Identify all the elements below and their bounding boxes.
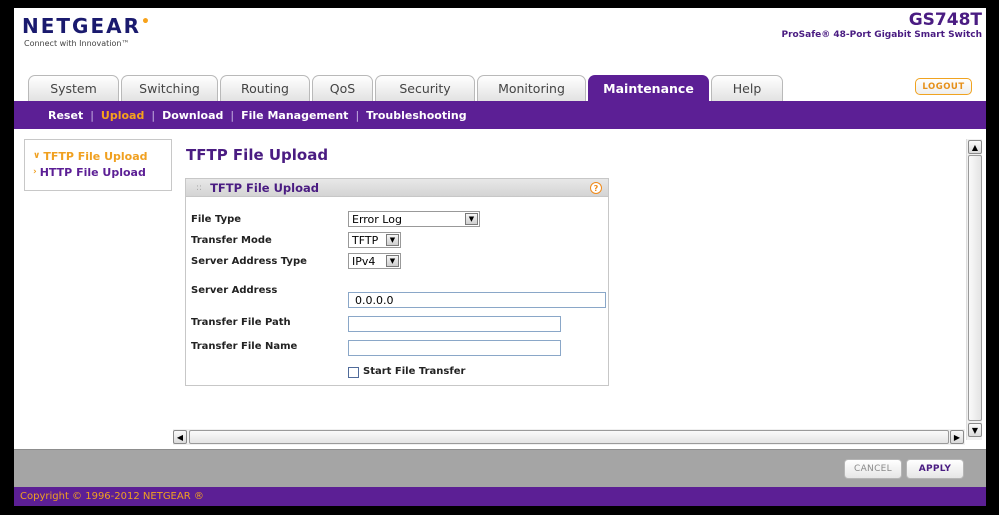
tab-security[interactable]: Security [375, 75, 475, 101]
left-navigation: ∨ TFTP File Upload › HTTP File Upload [24, 139, 172, 191]
scroll-down-icon[interactable]: ▼ [968, 423, 982, 437]
transfer-mode-label: Transfer Mode [191, 235, 272, 246]
tab-monitoring[interactable]: Monitoring [477, 75, 586, 101]
file-type-value: Error Log [352, 212, 402, 226]
model-name: GS748T [908, 10, 982, 30]
vertical-scrollbar[interactable]: ▲ ▼ [966, 139, 982, 440]
logout-button[interactable]: LOGOUT [915, 78, 972, 95]
cancel-button[interactable]: CANCEL [844, 459, 902, 479]
server-address-input[interactable]: 0.0.0.0 [348, 292, 606, 308]
transfer-file-name-input[interactable] [348, 340, 561, 356]
drag-handle-icon: :: [196, 182, 203, 193]
tab-help[interactable]: Help [711, 75, 783, 101]
copyright-footer: Copyright © 1996-2012 NETGEAR ® [14, 487, 986, 506]
transfer-file-path-label: Transfer File Path [191, 317, 291, 328]
start-file-transfer-checkbox[interactable] [348, 367, 359, 378]
sub-navigation: Reset | Upload | Download | File Managem… [14, 101, 986, 129]
transfer-file-name-label: Transfer File Name [191, 341, 298, 352]
tab-switching[interactable]: Switching [121, 75, 218, 101]
transfer-mode-select[interactable]: TFTP ▼ [348, 232, 401, 248]
subnav-upload[interactable]: Upload [101, 109, 144, 122]
tab-qos[interactable]: QoS [312, 75, 373, 101]
server-address-type-select[interactable]: IPv4 ▼ [348, 253, 401, 269]
action-bar: CANCEL APPLY [14, 449, 986, 487]
page-title: TFTP File Upload [186, 146, 329, 164]
subnav-download[interactable]: Download [162, 109, 223, 122]
subnav-separator: | [151, 108, 156, 122]
leftnav-item-http-file-upload[interactable]: › HTTP File Upload [33, 164, 171, 180]
subnav-separator: | [355, 108, 360, 122]
server-address-type-label: Server Address Type [191, 256, 307, 267]
help-icon[interactable]: ? [590, 182, 602, 194]
leftnav-item-tftp-file-upload[interactable]: ∨ TFTP File Upload [33, 148, 171, 164]
brand-tagline: Connect with Innovation™ [24, 39, 130, 48]
chevron-down-icon: ▼ [386, 255, 399, 267]
start-file-transfer-label: Start File Transfer [363, 366, 466, 377]
subnav-file-management[interactable]: File Management [241, 109, 348, 122]
tab-routing[interactable]: Routing [220, 75, 310, 101]
horizontal-scrollbar[interactable]: ◀ ▶ [173, 429, 965, 445]
transfer-file-path-input[interactable] [348, 316, 561, 332]
main-tabs: System Switching Routing QoS Security Mo… [28, 75, 785, 101]
leftnav-item-label: TFTP File Upload [43, 149, 148, 163]
subnav-troubleshooting[interactable]: Troubleshooting [366, 109, 466, 122]
chevron-down-icon: ∨ [33, 151, 41, 161]
vertical-scroll-thumb[interactable] [968, 155, 982, 421]
horizontal-scroll-thumb[interactable] [189, 430, 949, 444]
chevron-down-icon: ▼ [386, 234, 399, 246]
file-type-select[interactable]: Error Log ▼ [348, 211, 480, 227]
panel-title: TFTP File Upload [210, 180, 320, 195]
leftnav-item-label: HTTP File Upload [39, 165, 146, 179]
apply-button[interactable]: APPLY [906, 459, 964, 479]
transfer-mode-value: TFTP [352, 233, 379, 247]
file-type-label: File Type [191, 214, 242, 225]
scroll-right-icon[interactable]: ▶ [950, 430, 964, 444]
subnav-separator: | [90, 108, 94, 122]
tftp-upload-panel: :: TFTP File Upload ? File Type Error Lo… [185, 178, 609, 386]
subnav-separator: | [230, 108, 235, 122]
scroll-left-icon[interactable]: ◀ [173, 430, 187, 444]
tab-maintenance[interactable]: Maintenance [588, 75, 709, 101]
scroll-up-icon[interactable]: ▲ [968, 140, 982, 154]
subnav-reset[interactable]: Reset [48, 109, 83, 122]
app-frame: NETGEAR• Connect with Innovation™ GS748T… [14, 8, 986, 506]
netgear-logo: NETGEAR• [22, 14, 152, 38]
server-address-type-value: IPv4 [352, 254, 376, 268]
tab-system[interactable]: System [28, 75, 119, 101]
chevron-down-icon: ▼ [465, 213, 478, 225]
panel-header: :: TFTP File Upload ? [186, 179, 608, 197]
chevron-right-icon: › [33, 167, 37, 177]
server-address-label: Server Address [191, 285, 278, 296]
model-description: ProSafe® 48-Port Gigabit Smart Switch [781, 30, 982, 40]
